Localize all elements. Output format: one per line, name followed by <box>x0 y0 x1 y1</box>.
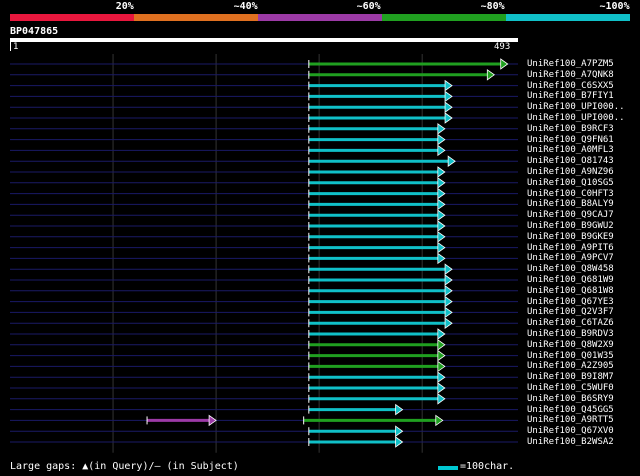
hit-end-arrow <box>437 241 446 254</box>
hit-label[interactable]: UniRef100_Q8W458 <box>527 264 614 274</box>
hit-label[interactable]: UniRef100_Q681W8 <box>527 286 614 296</box>
hit-end-arrow <box>437 166 446 178</box>
hit-end-arrow <box>437 209 446 221</box>
hit-label[interactable]: UniRef100_B9GKE9 <box>527 232 614 242</box>
hit-label[interactable]: UniRef100_C6SXX5 <box>527 81 614 91</box>
hit-label[interactable]: UniRef100_Q681W9 <box>527 275 614 285</box>
hit-end-arrow <box>437 177 446 189</box>
hit-end-arrow <box>437 328 446 340</box>
hit-end-arrow <box>437 144 446 157</box>
large-gaps-legend: Large gaps: ▲(in Query)/— (in Subject) <box>10 461 239 472</box>
hit-label[interactable]: UniRef100_C6TAZ6 <box>527 318 614 328</box>
hit-label[interactable]: UniRef100_Q67XV0 <box>527 426 614 436</box>
hit-label[interactable]: UniRef100_B8ALY9 <box>527 199 614 209</box>
hit-label[interactable]: UniRef100_Q67YE3 <box>527 297 614 307</box>
hit-label[interactable]: UniRef100_A9PCV7 <box>527 253 614 263</box>
hit-label[interactable]: UniRef100_O81743 <box>527 156 614 166</box>
hit-end-arrow <box>444 306 453 319</box>
hit-label[interactable]: UniRef100_Q9CAJ7 <box>527 210 614 220</box>
hit-end-arrow <box>437 339 446 351</box>
hit-end-arrow <box>500 58 509 70</box>
hit-label[interactable]: UniRef100_C0HFT3 <box>527 189 614 199</box>
hit-end-arrow <box>437 231 446 243</box>
hit-label[interactable]: UniRef100_Q45GG5 <box>527 405 614 415</box>
hit-end-arrow <box>437 187 446 200</box>
hit-end-arrow <box>437 133 446 146</box>
scale-label: =100char. <box>460 461 515 472</box>
hit-end-arrow <box>444 79 453 92</box>
hit-label[interactable]: UniRef100_UPI000.. <box>527 102 625 112</box>
hit-end-arrow <box>395 436 404 448</box>
hit-label[interactable]: UniRef100_A0MFL3 <box>527 145 614 155</box>
hit-end-arrow <box>435 414 444 427</box>
hit-end-arrow <box>437 382 446 394</box>
hit-end-arrow <box>437 220 446 232</box>
hit-end-arrow <box>437 371 446 383</box>
hit-label[interactable]: UniRef100_Q10SG5 <box>527 178 614 188</box>
hit-end-arrow <box>395 425 404 437</box>
hit-end-arrow <box>437 393 446 405</box>
hit-end-arrow <box>486 69 495 81</box>
hit-end-arrow <box>437 360 446 373</box>
scale-bar <box>438 466 458 470</box>
hit-label[interactable]: UniRef100_A9PIT6 <box>527 243 614 253</box>
hit-label[interactable]: UniRef100_Q9FN61 <box>527 135 614 145</box>
hit-end-arrow <box>444 263 453 275</box>
hit-label[interactable]: UniRef100_C5WUF0 <box>527 383 614 393</box>
hit-label[interactable]: UniRef100_A2Z905 <box>527 361 614 371</box>
hit-end-arrow <box>444 90 453 103</box>
hit-label[interactable]: UniRef100_Q8W2X9 <box>527 340 614 350</box>
hit-label[interactable]: UniRef100_B9RDV3 <box>527 329 614 339</box>
hit-label[interactable]: UniRef100_B6SRY9 <box>527 394 614 404</box>
hit-end-arrow <box>444 112 453 124</box>
hit-label[interactable]: UniRef100_A9NZ96 <box>527 167 614 177</box>
hit-label[interactable]: UniRef100_B7FIY1 <box>527 91 614 101</box>
hit-end-arrow <box>395 403 404 416</box>
hit-end-arrow <box>437 252 446 265</box>
hit-label[interactable]: UniRef100_A7PZM5 <box>527 59 614 69</box>
hit-end-arrow <box>444 101 453 113</box>
hit-label[interactable]: UniRef100_B2WSA2 <box>527 437 614 447</box>
hit-end-arrow <box>444 317 453 329</box>
hit-label[interactable]: UniRef100_A9RTT5 <box>527 415 614 425</box>
hit-label[interactable]: UniRef100_B9GWU2 <box>527 221 614 231</box>
hit-end-arrow <box>208 414 217 427</box>
hit-label[interactable]: UniRef100_Q2V3F7 <box>527 307 614 317</box>
hit-label[interactable]: UniRef100_B9RCF3 <box>527 124 614 134</box>
hit-label[interactable]: UniRef100_A7QNK8 <box>527 70 614 80</box>
hit-end-arrow <box>444 285 453 297</box>
hit-end-arrow <box>447 155 456 167</box>
hit-end-arrow <box>444 295 453 308</box>
hit-end-arrow <box>444 274 453 286</box>
hit-end-arrow <box>437 349 446 362</box>
hit-label[interactable]: UniRef100_UPI000.. <box>527 113 625 123</box>
hit-label[interactable]: UniRef100_B9I8M7 <box>527 372 614 382</box>
hit-label[interactable]: UniRef100_Q01W35 <box>527 351 614 361</box>
hit-end-arrow <box>437 123 446 135</box>
hit-end-arrow <box>437 198 446 211</box>
